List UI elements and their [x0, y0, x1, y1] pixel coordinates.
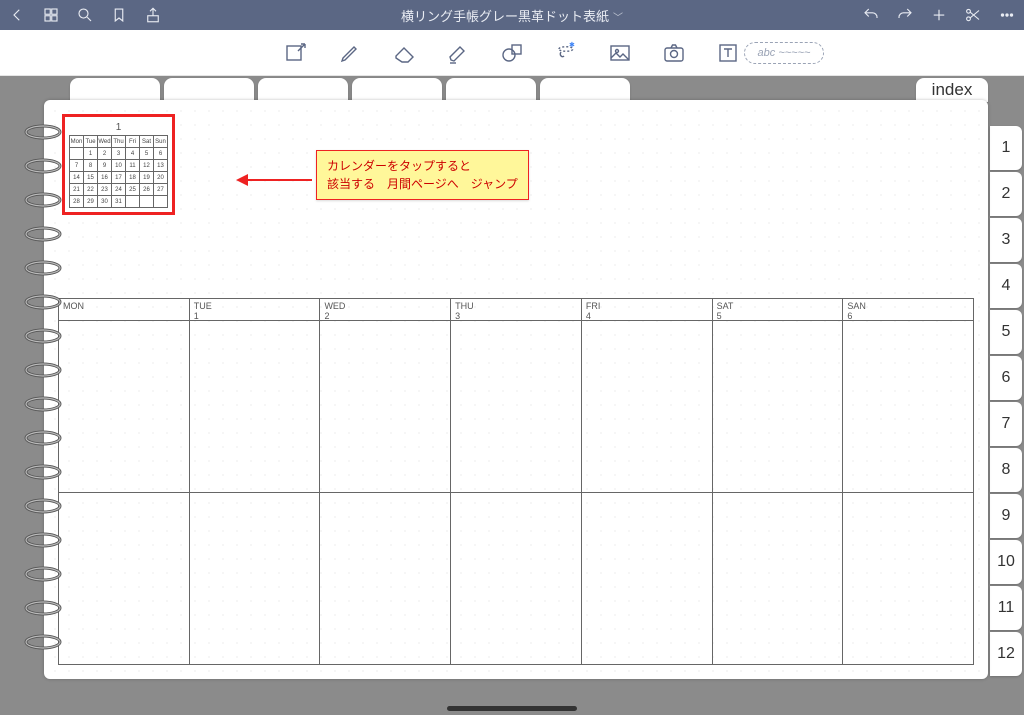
month-tab-5[interactable]: 5 [990, 310, 1022, 354]
day-header-thu: THU3 [451, 299, 582, 320]
more-icon[interactable] [998, 6, 1016, 24]
month-tab-7[interactable]: 7 [990, 402, 1022, 446]
bookmark-icon[interactable] [110, 6, 128, 24]
back-icon[interactable] [8, 6, 26, 24]
day-cell[interactable] [713, 321, 844, 492]
day-cell[interactable] [320, 321, 451, 492]
text-tool-icon[interactable] [716, 41, 740, 65]
mini-calendar-grid: MonTueWedThuFriSatSun 123456 78910111213… [69, 135, 168, 208]
top-tab[interactable] [540, 78, 630, 102]
add-icon[interactable] [930, 6, 948, 24]
image-tool-icon[interactable] [608, 41, 632, 65]
top-tab[interactable] [258, 78, 348, 102]
month-tab-10[interactable]: 10 [990, 540, 1022, 584]
callout-line1: カレンダーをタップすると [327, 157, 518, 175]
day-cell[interactable] [59, 493, 190, 665]
day-cell[interactable] [582, 493, 713, 665]
mini-calendar-month: 1 [69, 121, 168, 135]
canvas-area: index 1 2 3 4 5 6 7 8 9 10 11 12 [0, 76, 1024, 715]
shape-tool-icon[interactable] [500, 41, 524, 65]
redo-icon[interactable] [896, 6, 914, 24]
toolbar: ✱ abc ~~~~~ [0, 30, 1024, 76]
document-title[interactable]: 横リング手帳グレー黒革ドット表紙﹀ [178, 6, 846, 25]
side-tabs: 1 2 3 4 5 6 7 8 9 10 11 12 [990, 126, 1022, 676]
grid-view-icon[interactable] [42, 6, 60, 24]
month-tab-1[interactable]: 1 [990, 126, 1022, 170]
lasso-tool-icon[interactable]: ✱ [554, 41, 578, 65]
day-header-mon: MON [59, 299, 190, 320]
highlighter-tool-icon[interactable] [446, 41, 470, 65]
pen-tool-icon[interactable] [338, 41, 362, 65]
day-cell[interactable] [190, 321, 321, 492]
top-tab[interactable] [352, 78, 442, 102]
day-header-tue: TUE1 [190, 299, 321, 320]
day-header-wed: WED2 [320, 299, 451, 320]
day-cell[interactable] [713, 493, 844, 665]
search-icon[interactable] [76, 6, 94, 24]
day-header-fri: FRI4 [582, 299, 713, 320]
month-tab-8[interactable]: 8 [990, 448, 1022, 492]
top-tab[interactable] [164, 78, 254, 102]
scissors-icon[interactable] [964, 6, 982, 24]
callout-note: カレンダーをタップすると 該当する 月間ページへ ジャンプ [316, 150, 529, 200]
month-tab-3[interactable]: 3 [990, 218, 1022, 262]
index-tab[interactable]: index [916, 78, 988, 102]
share-icon[interactable] [144, 6, 162, 24]
weekly-grid: MON TUE1 WED2 THU3 FRI4 SAT5 SAN6 [58, 298, 974, 665]
day-cell[interactable] [582, 321, 713, 492]
svg-text:✱: ✱ [569, 41, 575, 49]
top-tab[interactable] [70, 78, 160, 102]
home-indicator [447, 706, 577, 711]
zoom-tool-icon[interactable] [284, 41, 308, 65]
day-cell[interactable] [320, 493, 451, 665]
mini-calendar[interactable]: 1 MonTueWedThuFriSatSun 123456 789101112… [62, 114, 175, 215]
top-tab[interactable] [446, 78, 536, 102]
top-tabs [70, 78, 630, 102]
month-tab-2[interactable]: 2 [990, 172, 1022, 216]
titlebar: 横リング手帳グレー黒革ドット表紙﹀ [0, 0, 1024, 30]
day-cell[interactable] [843, 321, 973, 492]
undo-icon[interactable] [862, 6, 880, 24]
month-tab-6[interactable]: 6 [990, 356, 1022, 400]
month-tab-11[interactable]: 11 [990, 586, 1022, 630]
day-cell[interactable] [843, 493, 973, 665]
eraser-tool-icon[interactable] [392, 41, 416, 65]
arrow-icon [234, 170, 314, 190]
month-tab-4[interactable]: 4 [990, 264, 1022, 308]
day-cell[interactable] [59, 321, 190, 492]
ring-binding [24, 124, 62, 650]
month-tab-9[interactable]: 9 [990, 494, 1022, 538]
day-header-sat: SAT5 [713, 299, 844, 320]
abc-placeholder[interactable]: abc ~~~~~ [744, 42, 824, 64]
day-header-sun: SAN6 [843, 299, 973, 320]
day-cell[interactable] [451, 493, 582, 665]
month-tab-12[interactable]: 12 [990, 632, 1022, 676]
notebook-page[interactable]: 1 MonTueWedThuFriSatSun 123456 789101112… [44, 100, 988, 679]
day-cell[interactable] [190, 493, 321, 665]
day-cell[interactable] [451, 321, 582, 492]
camera-tool-icon[interactable] [662, 41, 686, 65]
callout-line2: 該当する 月間ページへ ジャンプ [327, 175, 518, 193]
